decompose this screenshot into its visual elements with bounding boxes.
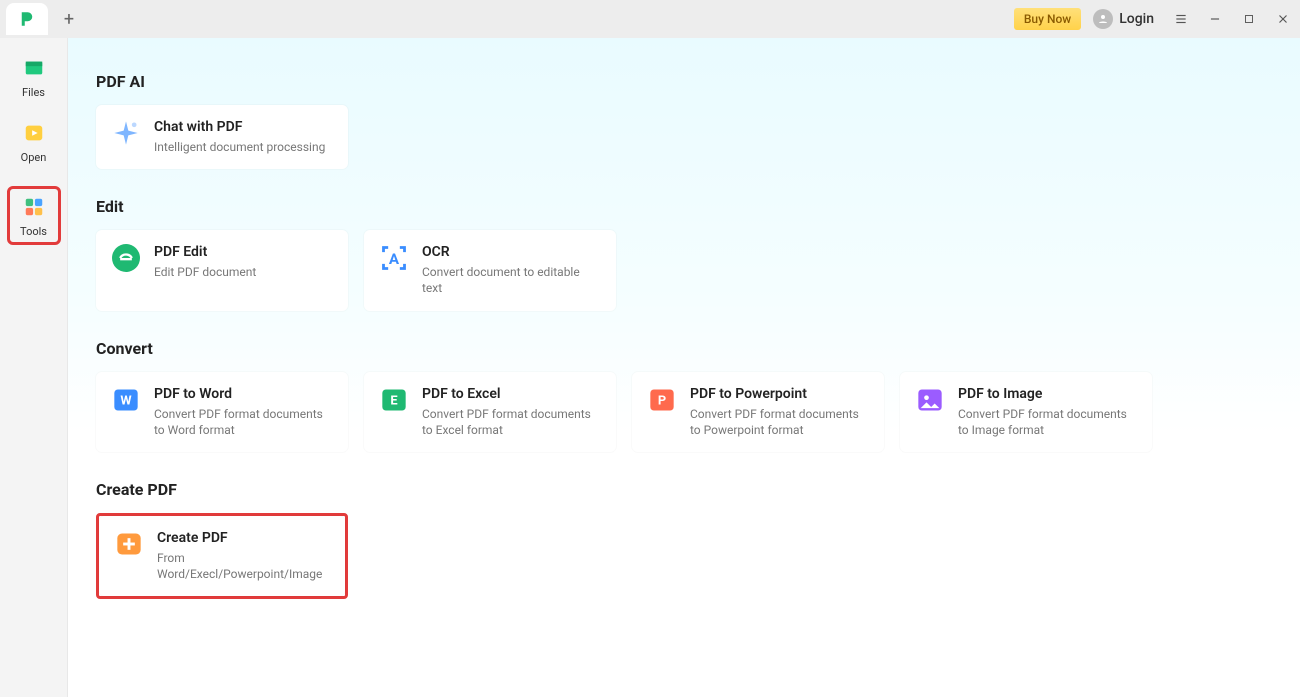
card-sub: Edit PDF document xyxy=(154,264,256,280)
titlebar: + Buy Now Login xyxy=(0,0,1300,38)
card-pdf-to-image[interactable]: PDF to Image Convert PDF format document… xyxy=(900,372,1152,452)
files-icon xyxy=(22,56,46,80)
card-sub: Convert PDF format documents to Image fo… xyxy=(958,406,1136,438)
maximize-button[interactable] xyxy=(1234,4,1264,34)
minimize-button[interactable] xyxy=(1200,4,1230,34)
tools-icon xyxy=(22,195,46,219)
card-pdf-edit[interactable]: PDF Edit Edit PDF document xyxy=(96,230,348,310)
hamburger-menu-icon[interactable] xyxy=(1166,4,1196,34)
svg-text:W: W xyxy=(120,393,132,408)
create-pdf-icon xyxy=(115,530,143,558)
sidebar-item-files[interactable]: Files xyxy=(11,56,57,99)
sidebar: Files Open Tools xyxy=(0,38,68,697)
card-title: PDF to Image xyxy=(958,386,1136,402)
sidebar-item-open[interactable]: Open xyxy=(11,121,57,164)
card-pdf-to-word[interactable]: W PDF to Word Convert PDF format documen… xyxy=(96,372,348,452)
svg-text:A: A xyxy=(389,250,400,268)
card-title: OCR xyxy=(422,244,600,260)
sidebar-label-files: Files xyxy=(22,86,45,99)
card-title: PDF to Excel xyxy=(422,386,600,402)
card-pdf-to-powerpoint[interactable]: P PDF to Powerpoint Convert PDF format d… xyxy=(632,372,884,452)
section-title-create-pdf: Create PDF xyxy=(96,480,1272,499)
card-ocr[interactable]: A OCR Convert document to editable text xyxy=(364,230,616,310)
login-button[interactable]: Login xyxy=(1093,9,1154,29)
card-sub: Convert PDF format documents to Word for… xyxy=(154,406,332,438)
sidebar-label-tools: Tools xyxy=(20,225,47,238)
login-label: Login xyxy=(1119,11,1154,27)
svg-text:E: E xyxy=(390,393,397,408)
sidebar-item-tools[interactable]: Tools xyxy=(7,186,61,245)
card-create-pdf[interactable]: Create PDF From Word/Execl/Powerpoint/Im… xyxy=(99,516,345,596)
pdf-edit-icon xyxy=(112,244,140,272)
section-title-edit: Edit xyxy=(96,197,1272,216)
excel-icon: E xyxy=(380,386,408,414)
open-icon xyxy=(22,121,46,145)
home-tab[interactable] xyxy=(6,3,48,35)
close-button[interactable] xyxy=(1268,4,1298,34)
image-icon xyxy=(916,386,944,414)
section-title-pdf-ai: PDF AI xyxy=(96,72,1272,91)
sidebar-label-open: Open xyxy=(21,151,47,164)
card-sub: From Word/Execl/Powerpoint/Image xyxy=(157,550,329,582)
new-tab-button[interactable]: + xyxy=(54,4,84,34)
card-title: PDF to Powerpoint xyxy=(690,386,868,402)
card-title: PDF Edit xyxy=(154,244,256,260)
avatar-icon xyxy=(1093,9,1113,29)
word-icon: W xyxy=(112,386,140,414)
card-sub: Intelligent document processing xyxy=(154,139,325,155)
card-chat-with-pdf[interactable]: Chat with PDF Intelligent document proce… xyxy=(96,105,348,169)
ocr-icon: A xyxy=(380,244,408,272)
card-sub: Convert document to editable text xyxy=(422,264,600,296)
card-title: Chat with PDF xyxy=(154,119,325,135)
highlight-create-pdf: Create PDF From Word/Execl/Powerpoint/Im… xyxy=(96,513,348,599)
card-sub: Convert PDF format documents to Powerpoi… xyxy=(690,406,868,438)
section-title-convert: Convert xyxy=(96,339,1272,358)
card-title: PDF to Word xyxy=(154,386,332,402)
main-content: PDF AI Chat with PDF Intelligent documen… xyxy=(68,38,1300,697)
card-title: Create PDF xyxy=(157,530,329,546)
buy-now-button[interactable]: Buy Now xyxy=(1014,8,1081,30)
sparkle-icon xyxy=(112,119,140,147)
app-logo-icon xyxy=(18,10,36,28)
svg-text:P: P xyxy=(658,393,666,408)
ppt-icon: P xyxy=(648,386,676,414)
card-sub: Convert PDF format documents to Excel fo… xyxy=(422,406,600,438)
card-pdf-to-excel[interactable]: E PDF to Excel Convert PDF format docume… xyxy=(364,372,616,452)
